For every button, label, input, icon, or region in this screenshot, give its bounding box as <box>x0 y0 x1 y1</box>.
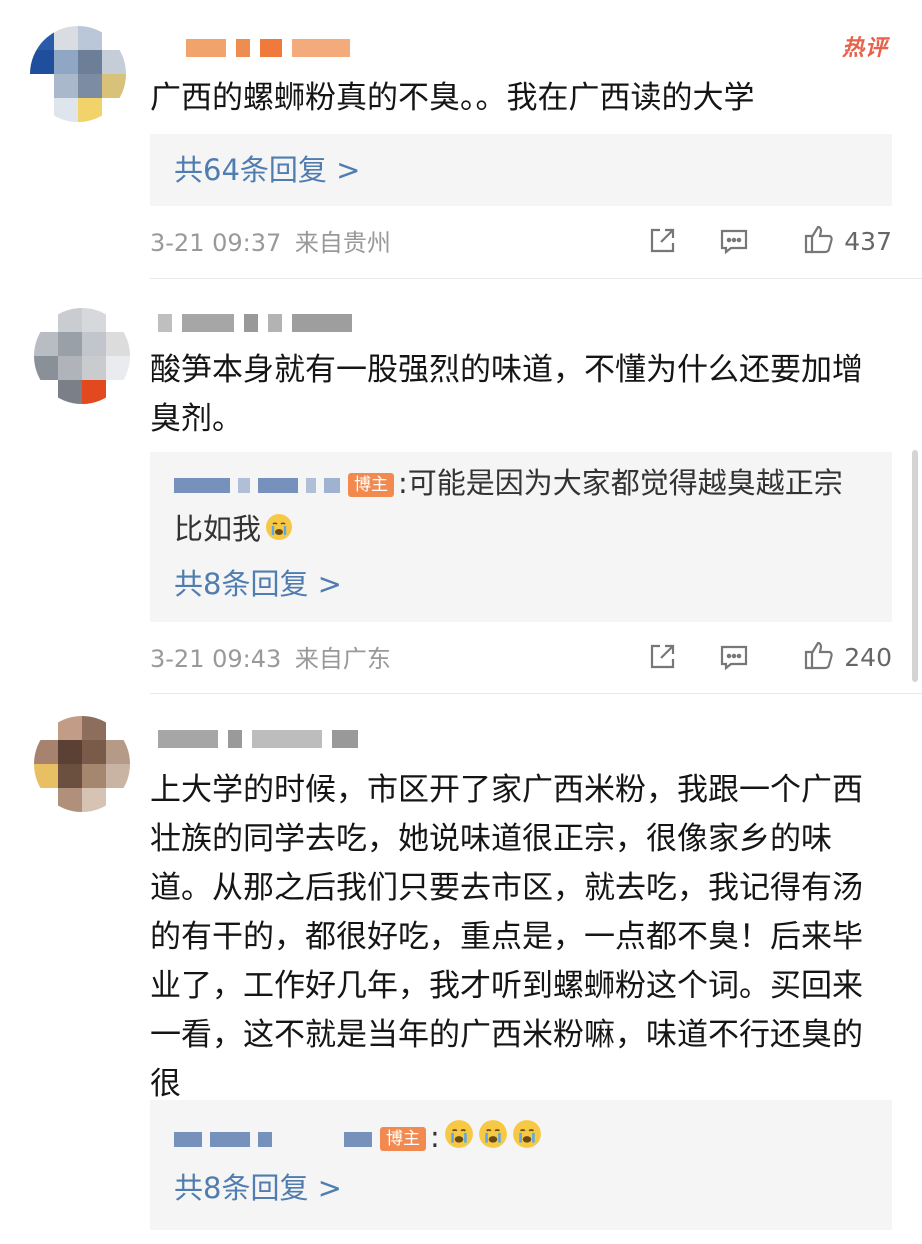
divider <box>150 278 922 279</box>
thumbs-up-icon <box>802 638 836 676</box>
share-icon[interactable] <box>642 641 682 673</box>
reply-count-link[interactable]: 共8条回复 > <box>174 1168 342 1208</box>
comment-2: 酸笋本身就有一股强烈的味道，不懂为什么还要加增臭剂。 博主:可能是因为大家都觉得… <box>0 280 922 694</box>
like-button[interactable]: 437 <box>802 222 892 260</box>
avatar[interactable] <box>30 26 126 122</box>
reply-username[interactable] <box>174 1131 372 1147</box>
crying-face-icon <box>444 1116 474 1162</box>
comment-meta: 3-21 09:37 来自贵州 <box>150 228 391 258</box>
like-count: 437 <box>844 226 892 256</box>
timestamp: 3-21 09:43 <box>150 645 282 673</box>
timestamp: 3-21 09:37 <box>150 229 282 257</box>
comment-icon[interactable] <box>714 641 754 673</box>
reply-box[interactable]: 博主:可能是因为大家都觉得越臭越正宗 比如我 共8条回复 > <box>150 452 892 622</box>
crying-face-icon <box>265 508 293 554</box>
comment-3: 上大学的时候，市区开了家广西米粉，我跟一个广西壮族的同学去吃，她说味道很正宗，很… <box>0 694 922 1244</box>
comment-text: 广西的螺蛳粉真的不臭。。我在广西读的大学 <box>150 80 755 116</box>
blogger-tag: 博主 <box>348 473 394 497</box>
reply-count-link[interactable]: 共64条回复 > <box>174 150 360 190</box>
username[interactable] <box>158 724 358 754</box>
reply-box[interactable]: 共64条回复 > <box>150 134 892 206</box>
username[interactable] <box>186 33 350 63</box>
blogger-reply: 博主:可能是因为大家都觉得越臭越正宗 比如我 <box>174 460 866 554</box>
avatar[interactable] <box>34 716 130 812</box>
scrollbar[interactable] <box>912 450 918 682</box>
like-count: 240 <box>844 642 892 672</box>
like-button[interactable]: 240 <box>802 638 892 676</box>
comment-text: 酸笋本身就有一股强烈的味道，不懂为什么还要加增臭剂。 <box>150 352 863 437</box>
comment-actions: 240 <box>642 638 892 676</box>
avatar[interactable] <box>34 308 130 404</box>
location: 来自广东 <box>294 645 391 673</box>
share-icon[interactable] <box>642 225 682 257</box>
comment-icon[interactable] <box>714 225 754 257</box>
username[interactable] <box>158 308 352 338</box>
comment-text: 上大学的时候，市区开了家广西米粉，我跟一个广西壮族的同学去吃，她说味道很正宗，很… <box>150 772 863 1102</box>
location: 来自贵州 <box>294 229 391 257</box>
hot-comment-badge: 热评 <box>841 36 888 61</box>
blogger-tag: 博主 <box>380 1127 426 1151</box>
crying-face-icon <box>512 1116 542 1162</box>
reply-box[interactable]: 博主: 共8条回复 > <box>150 1100 892 1230</box>
blogger-reply: 博主: <box>174 1114 866 1162</box>
comment-1: 热评 广西的螺蛳粉真的不臭。。我在广西读的大学 共64条回复 > 3-21 09… <box>0 0 922 280</box>
comment-meta: 3-21 09:43 来自广东 <box>150 644 391 674</box>
reply-count-link[interactable]: 共8条回复 > <box>174 564 342 604</box>
thumbs-up-icon <box>802 222 836 260</box>
comment-actions: 437 <box>642 222 892 260</box>
crying-face-icon <box>478 1116 508 1162</box>
reply-text: : <box>430 1120 440 1154</box>
reply-username[interactable] <box>174 477 340 493</box>
